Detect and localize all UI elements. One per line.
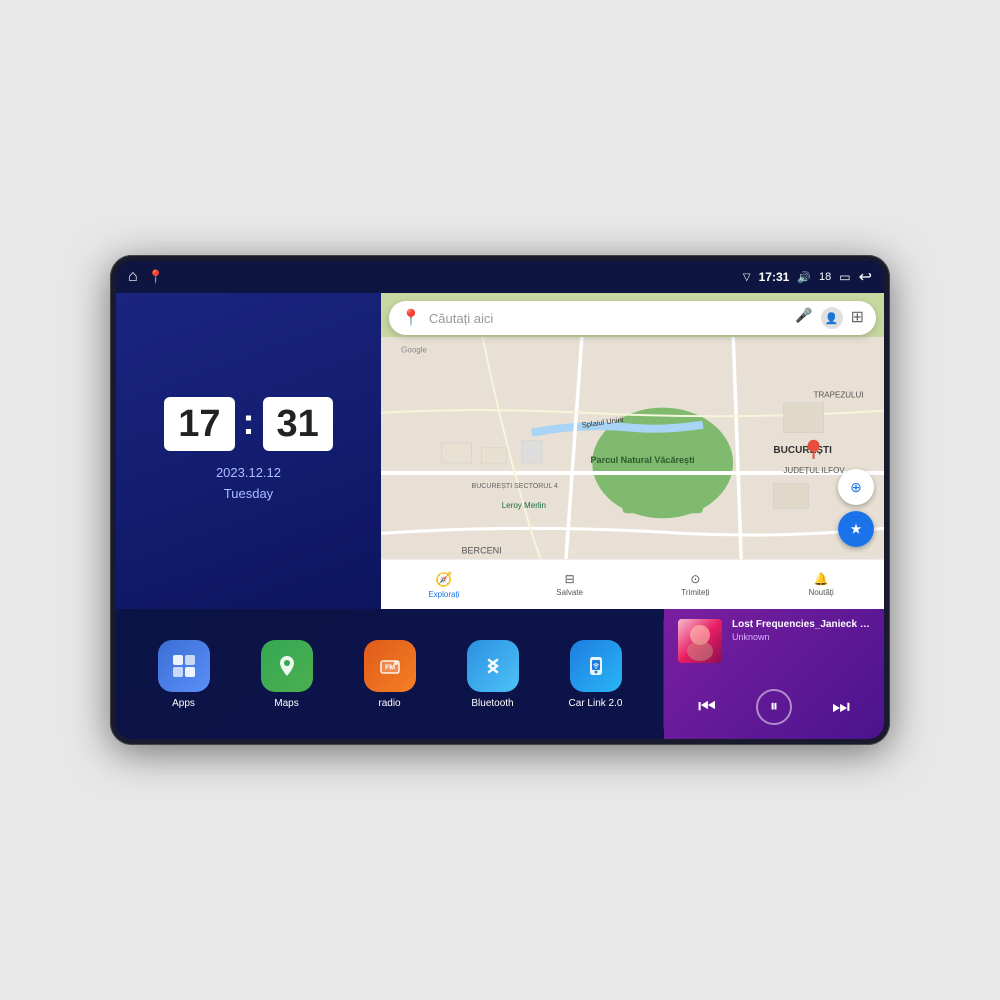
map-search-placeholder[interactable]: Căutați aici bbox=[429, 311, 787, 326]
prev-track-button[interactable]: ⏮ bbox=[698, 696, 716, 719]
media-thumbnail bbox=[678, 619, 722, 663]
bluetooth-label: Bluetooth bbox=[471, 698, 513, 709]
carlink-icon-bg bbox=[570, 640, 622, 692]
clock-hour: 17 bbox=[164, 397, 234, 451]
clock-date: 2023.12.12 Tuesday bbox=[216, 463, 281, 505]
time-display: 17:31 bbox=[759, 270, 790, 284]
app-icon-maps[interactable]: Maps bbox=[257, 640, 317, 709]
clock-colon: : bbox=[243, 401, 255, 443]
radio-icon-bg: FM bbox=[364, 640, 416, 692]
volume-icon: 🔊 bbox=[797, 271, 811, 284]
map-search-actions: 🎤 👤 ⊞ bbox=[795, 307, 864, 329]
media-controls: ⏮ ⏸ ⏭ bbox=[678, 685, 870, 729]
location-icon: ⊕ bbox=[850, 479, 862, 496]
apps-icon-bg bbox=[158, 640, 210, 692]
home-icon[interactable]: ⌂ bbox=[128, 268, 138, 286]
saved-icon: ⊟ bbox=[565, 572, 575, 586]
map-nav-share-label: Trimiteți bbox=[681, 588, 709, 597]
share-icon: ⊙ bbox=[690, 572, 700, 586]
maps-label: Maps bbox=[274, 698, 298, 709]
status-bar-left: ⌂ 📍 bbox=[128, 268, 164, 286]
app-icon-radio[interactable]: FM radio bbox=[360, 640, 420, 709]
maps-status-icon[interactable]: 📍 bbox=[148, 269, 164, 285]
car-display-device: ⌂ 📍 ▽ 17:31 🔊 18 ▭ ↩ 17 : bbox=[110, 255, 890, 745]
radio-label: radio bbox=[378, 698, 400, 709]
media-top: Lost Frequencies_Janieck Devy-... Unknow… bbox=[678, 619, 870, 663]
svg-text:Leroy Merlin: Leroy Merlin bbox=[502, 501, 546, 510]
map-nav-explore-label: Explorați bbox=[428, 590, 459, 599]
map-bottom-nav: 🧭 Explorați ⊟ Salvate ⊙ Trimiteți 🔔 bbox=[381, 559, 884, 609]
map-nav-explore[interactable]: 🧭 Explorați bbox=[381, 560, 507, 609]
map-location-btn[interactable]: ⊕ bbox=[838, 469, 874, 505]
app-icon-carlink[interactable]: Car Link 2.0 bbox=[566, 640, 626, 709]
map-nav-news-label: Noutăți bbox=[808, 588, 833, 597]
svg-text:BUCUREȘTI: BUCUREȘTI bbox=[773, 445, 832, 456]
map-nav-saved-label: Salvate bbox=[556, 588, 583, 597]
signal-icon: ▽ bbox=[743, 272, 751, 283]
map-nav-share[interactable]: ⊙ Trimiteți bbox=[633, 560, 759, 609]
map-nav-saved[interactable]: ⊟ Salvate bbox=[507, 560, 633, 609]
battery-icon: ▭ bbox=[839, 270, 850, 284]
bottom-row: Apps Maps bbox=[116, 609, 884, 739]
svg-text:Google: Google bbox=[401, 345, 427, 354]
app-icons-section: Apps Maps bbox=[116, 609, 663, 739]
svg-text:Parcul Natural Văcărești: Parcul Natural Văcărești bbox=[591, 455, 695, 465]
layers-icon[interactable]: ⊞ bbox=[851, 307, 864, 329]
explore-icon: 🧭 bbox=[435, 571, 452, 588]
map-widget[interactable]: 📍 Căutați aici 🎤 👤 ⊞ bbox=[381, 293, 884, 609]
clock-minute: 31 bbox=[263, 397, 333, 451]
status-bar: ⌂ 📍 ▽ 17:31 🔊 18 ▭ ↩ bbox=[116, 261, 884, 293]
top-row: 17 : 31 2023.12.12 Tuesday 📍 Căutați aic… bbox=[116, 293, 884, 609]
apps-label: Apps bbox=[172, 698, 195, 709]
svg-text:JUDEȚUL ILFOV: JUDEȚUL ILFOV bbox=[783, 466, 845, 475]
account-icon[interactable]: 👤 bbox=[821, 307, 843, 329]
clock-digits: 17 : 31 bbox=[164, 397, 333, 451]
media-artist: Unknown bbox=[732, 632, 870, 642]
svg-text:BUCUREȘTI SECTORUL 4: BUCUREȘTI SECTORUL 4 bbox=[472, 483, 558, 490]
maps-icon-bg bbox=[261, 640, 313, 692]
map-pin-icon: 📍 bbox=[401, 308, 421, 328]
app-icon-bluetooth[interactable]: Bluetooth bbox=[463, 640, 523, 709]
map-start-btn[interactable]: ★ bbox=[838, 511, 874, 547]
media-thumb-image bbox=[678, 619, 722, 663]
next-track-button[interactable]: ⏭ bbox=[832, 696, 850, 719]
map-nav-news[interactable]: 🔔 Noutăți bbox=[758, 560, 884, 609]
media-title: Lost Frequencies_Janieck Devy-... bbox=[732, 619, 870, 630]
carlink-label: Car Link 2.0 bbox=[569, 698, 623, 709]
play-pause-button[interactable]: ⏸ bbox=[756, 689, 792, 725]
bluetooth-icon-bg bbox=[467, 640, 519, 692]
media-info: Lost Frequencies_Janieck Devy-... Unknow… bbox=[732, 619, 870, 642]
device-screen: ⌂ 📍 ▽ 17:31 🔊 18 ▭ ↩ 17 : bbox=[116, 261, 884, 739]
news-icon: 🔔 bbox=[814, 572, 829, 586]
main-content: 17 : 31 2023.12.12 Tuesday 📍 Căutați aic… bbox=[116, 293, 884, 739]
back-icon[interactable]: ↩ bbox=[859, 267, 872, 287]
media-player: Lost Frequencies_Janieck Devy-... Unknow… bbox=[664, 609, 884, 739]
status-bar-right: ▽ 17:31 🔊 18 ▭ ↩ bbox=[743, 267, 872, 287]
svg-text:BERCENI: BERCENI bbox=[461, 545, 501, 555]
battery-level: 18 bbox=[819, 271, 831, 283]
svg-text:TRAPEZULUI: TRAPEZULUI bbox=[814, 391, 864, 400]
svg-text:FM: FM bbox=[384, 664, 394, 671]
map-search-bar[interactable]: 📍 Căutați aici 🎤 👤 ⊞ bbox=[389, 301, 876, 335]
app-icon-apps[interactable]: Apps bbox=[154, 640, 214, 709]
voice-search-icon[interactable]: 🎤 bbox=[795, 307, 812, 329]
clock-widget: 17 : 31 2023.12.12 Tuesday bbox=[116, 293, 381, 609]
